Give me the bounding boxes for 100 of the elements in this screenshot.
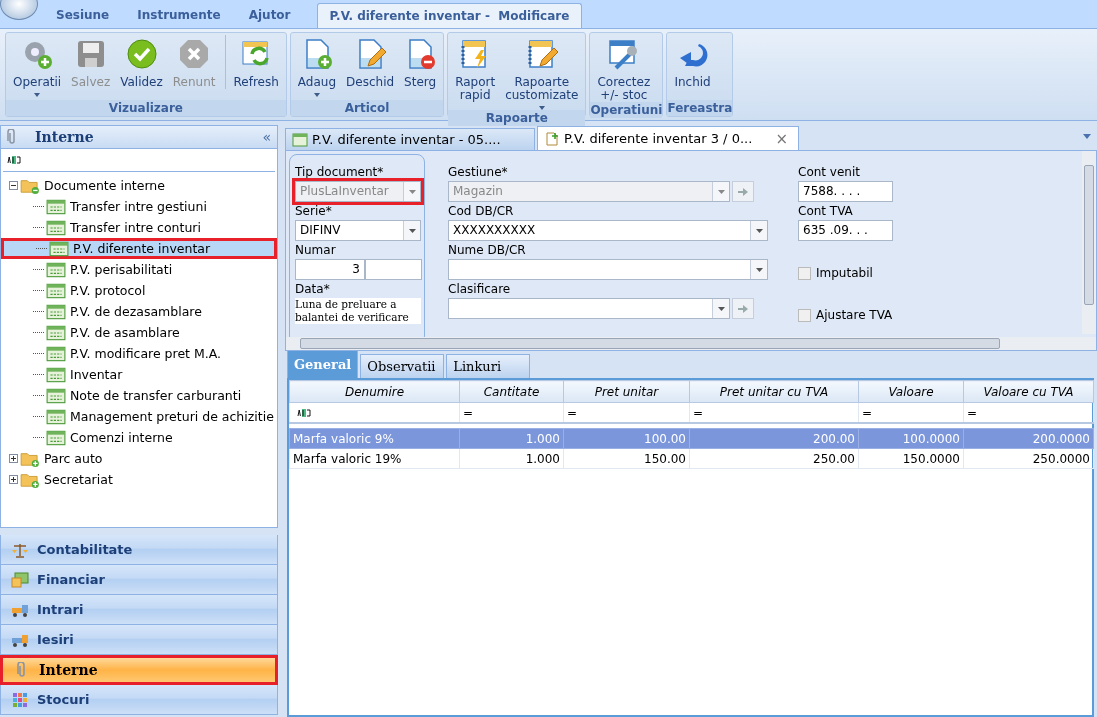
tree-item[interactable]: Transfer intre conturi [1,217,277,238]
field-label: Cod DB/CR [448,204,515,220]
section-tab[interactable]: Observatii [360,354,445,378]
ribbon-group-title: Operatiuni [590,102,663,118]
new-document-icon [544,131,560,146]
text-filter-icon [7,156,21,164]
tree-item[interactable]: Secretariat [1,469,277,490]
table-cell: 250.0000 [963,448,1094,469]
ribbon-button[interactable]: Refresh [224,35,284,89]
table-cell: 1.000 [459,448,564,469]
table-cell: 250.00 [689,448,859,469]
field-label: Nume DB/CR [448,243,527,259]
expander-icon[interactable] [9,475,18,484]
filter-cell[interactable]: = [963,402,1094,423]
go-button[interactable] [732,181,754,202]
nav-button[interactable]: Iesiri [0,625,278,655]
column-header[interactable]: Valoare cu TVA [963,380,1094,403]
close-button[interactable]: × [775,129,788,148]
column-header[interactable]: Pret unitar cu TVA [689,380,859,403]
ribbon-button[interactable]: Inchid [669,35,716,89]
ribbon-button[interactable]: Adaug [292,35,342,97]
nav-button[interactable]: Intrari [0,595,278,625]
ribbon-group-title: Fereastra [667,100,733,116]
table-icon [46,345,66,362]
caret-icon [408,189,416,194]
expander-icon[interactable] [9,181,18,190]
ribbon-button[interactable]: Validez [115,35,168,89]
ribbon-button[interactable]: Deschid [341,35,400,89]
filter-cell[interactable]: = [563,402,690,423]
series-dropdown[interactable]: DIFINV [295,220,421,241]
arrow-icon [738,304,748,313]
tree-item[interactable]: Note de transfer carburanti [1,385,277,406]
vertical-scrollbar[interactable] [1082,151,1096,334]
tree-item[interactable]: P.V. perisabilitati [1,259,277,280]
tree-item[interactable]: Comenzi interne [1,427,277,448]
column-header[interactable]: Valoare [858,380,964,403]
caret-icon [34,93,41,97]
table-cell: Marfa valoric 19% [289,448,460,469]
number-field[interactable]: 3 [295,259,365,280]
number-suffix-field[interactable] [365,259,422,280]
account-field[interactable]: 635 .09. . . [798,220,893,241]
expander-icon[interactable] [9,454,18,463]
document-tab[interactable]: P.V. diferente inventar - 05.... [285,128,535,150]
table-cell: 150.0000 [858,448,964,469]
check-icon [125,38,158,70]
nav-button[interactable]: Stocuri [0,685,278,715]
filter-cell[interactable]: = [459,402,564,423]
checkbox[interactable] [798,266,811,280]
ribbon-tab[interactable]: Sesiune [44,2,122,28]
field-label: Clasificare [448,282,512,298]
partner-name-dropdown[interactable] [448,259,768,280]
filter-cell[interactable]: = [858,402,964,423]
ribbon-button[interactable]: Corectez +/- stoc [592,35,656,102]
ribbon-tab[interactable]: Ajutor [236,2,303,28]
tree-item[interactable]: P.V. de dezasamblare [1,301,277,322]
tree-item[interactable]: Documente interne [1,175,277,196]
go-button[interactable] [732,298,754,319]
document-tab[interactable]: P.V. diferente inventar 3 / 0... × [537,126,799,150]
tree-item[interactable]: Inventar [1,364,277,385]
caret-icon[interactable] [1083,134,1091,139]
checkbox[interactable] [798,308,811,322]
section-tab[interactable]: Linkuri [446,354,531,378]
panel-title: Interne [35,129,95,145]
column-header[interactable]: Cantitate [459,380,564,403]
table-cell: 100.0000 [858,428,964,449]
column-header[interactable]: Denumire [289,380,460,403]
tree-item[interactable]: P.V. de asamblare [1,322,277,343]
tree-item[interactable]: Management preturi de achizitie [1,406,277,427]
horizontal-scrollbar[interactable] [286,337,1096,350]
column-header[interactable]: Pret unitar [563,380,690,403]
ribbon-button[interactable]: Sterg [399,35,442,89]
tree-item[interactable]: P.V. protocol [1,280,277,301]
table-icon [46,366,66,383]
tree-item[interactable]: Parc auto [1,448,277,469]
checkbox-label: Ajustare TVA [816,308,893,322]
caret-icon [313,93,320,97]
money-icon [11,571,29,588]
table-icon [46,261,66,278]
ribbon-tab[interactable]: Instrumente [125,2,233,28]
nav-button[interactable]: Contabilitate [0,535,278,565]
nav-button[interactable]: Financiar [0,565,278,595]
nav-button[interactable]: Interne [0,655,278,685]
account-field[interactable]: 7588. . . . [798,181,893,202]
collapse-button[interactable]: « [262,129,271,145]
tree-item[interactable]: Transfer intre gestiuni [1,196,277,217]
classification-dropdown[interactable] [448,298,730,319]
ribbon-group-title: Vizualizare [6,100,286,116]
tree-item[interactable]: P.V. diferente inventar [1,238,277,259]
ribbon-button[interactable]: Rapoarte customizate [500,35,584,110]
ribbon-button[interactable]: Raport rapid [450,35,501,102]
table-icon [46,219,66,236]
table-icon [46,387,66,404]
ribbon-button[interactable]: Operatii [8,35,67,97]
filter-cell[interactable]: = [689,402,859,423]
partner-code-dropdown[interactable]: XXXXXXXXXX [448,220,768,241]
grid-icon [11,691,29,708]
ribbon-tab[interactable]: P.V. diferente inventar - Modificare [316,3,583,28]
table-cell: 150.00 [563,448,690,469]
tree-item[interactable]: P.V. modificare pret M.A. [1,343,277,364]
table-icon [46,198,66,215]
